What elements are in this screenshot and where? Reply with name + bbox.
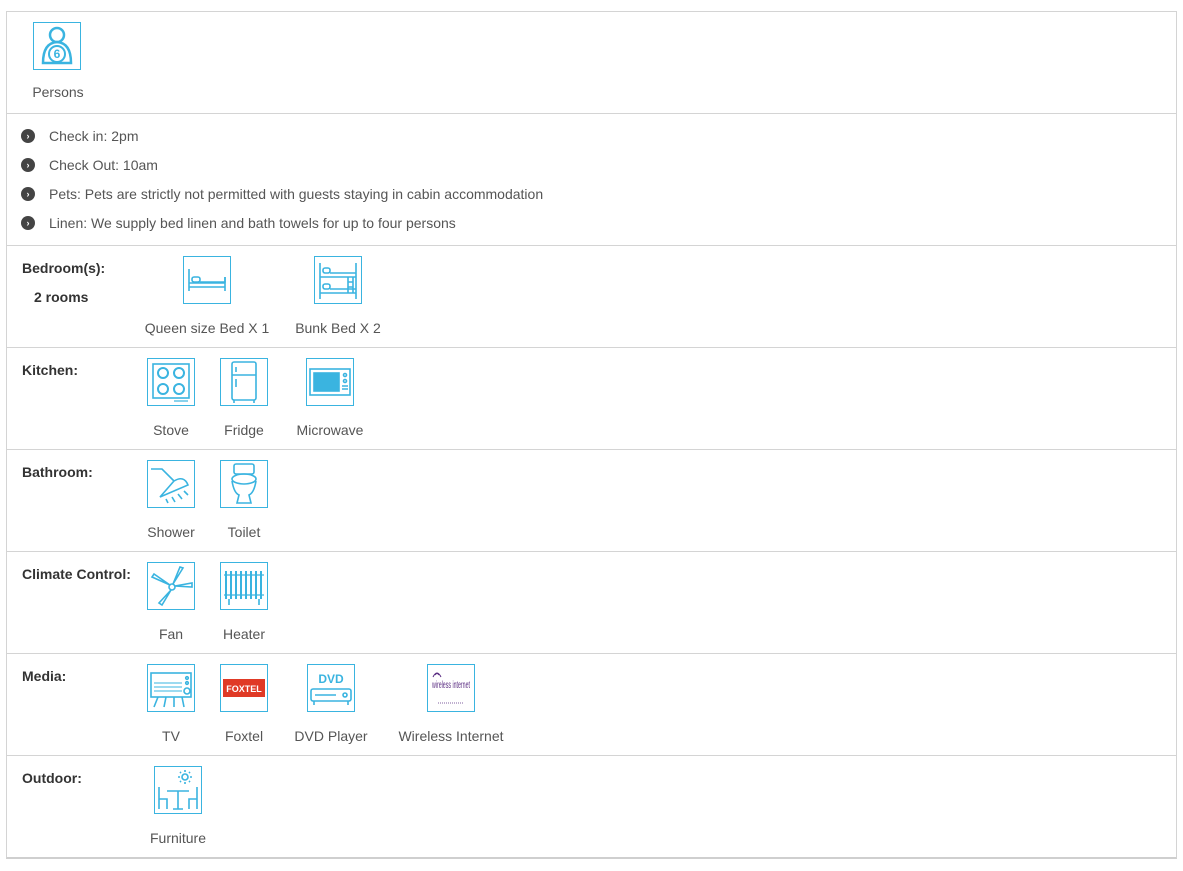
rule-item: › Check Out: 10am: [21, 157, 543, 186]
amenity-label: Stove: [153, 422, 189, 438]
climate-label: Climate Control:: [22, 566, 131, 582]
chevron-right-icon: ›: [21, 187, 35, 201]
amenity-label: Wireless Internet: [398, 728, 504, 744]
amenity-label: Toilet: [227, 524, 261, 540]
persons-label: Persons: [32, 84, 84, 100]
outdoor-furniture-icon: [154, 766, 202, 814]
amenity-label: Queen size Bed X 1: [144, 320, 270, 336]
wireless-logo-text: wireless internet: [431, 680, 470, 691]
foxtel-icon: FOXTEL: [220, 664, 268, 712]
amenity-stove: Stove: [142, 358, 200, 438]
tv-icon: [147, 664, 195, 712]
amenity-queen-bed: Queen size Bed X 1: [142, 256, 272, 336]
amenity-label: Bunk Bed X 2: [295, 320, 381, 336]
outdoor-label: Outdoor:: [22, 770, 82, 786]
amenity-label: Microwave: [296, 422, 364, 438]
amenity-heater: Heater: [214, 562, 274, 642]
media-label: Media:: [22, 668, 67, 684]
stove-icon: [147, 358, 195, 406]
amenity-outdoor-furniture: Furniture: [142, 766, 214, 846]
amenity-label: Fan: [158, 626, 184, 642]
person-icon: 6: [33, 22, 81, 70]
heater-icon: [220, 562, 268, 610]
bedrooms-count: 2 rooms: [34, 289, 89, 305]
chevron-right-icon: ›: [21, 129, 35, 143]
rule-text: Linen: We supply bed linen and bath towe…: [49, 215, 456, 231]
amenity-bunk-bed: Bunk Bed X 2: [292, 256, 384, 336]
rule-item: › Check in: 2pm: [21, 128, 543, 157]
toilet-icon: [220, 460, 268, 508]
rule-text: Check in: 2pm: [49, 128, 139, 144]
rule-item: › Linen: We supply bed linen and bath tow…: [21, 215, 543, 244]
amenity-label: Heater: [222, 626, 266, 642]
amenity-label: DVD Player: [294, 728, 368, 744]
bathroom-label: Bathroom:: [22, 464, 93, 480]
rule-item: › Pets: Pets are strictly not permitted w…: [21, 186, 543, 215]
shower-icon: [147, 460, 195, 508]
amenity-wireless-internet: wireless internet Wireless Internet: [390, 664, 512, 744]
fridge-icon: [220, 358, 268, 406]
chevron-right-icon: ›: [21, 216, 35, 230]
climate-section: Climate Control: Fan Heater: [7, 552, 1176, 654]
bedrooms-label: Bedroom(s):: [22, 260, 106, 276]
amenity-label: Shower: [147, 524, 195, 540]
fan-icon: [147, 562, 195, 610]
amenity-fridge: Fridge: [214, 358, 274, 438]
rule-text: Pets: Pets are strictly not permitted wi…: [49, 186, 544, 202]
media-section: Media: TV FOXTEL Foxtel DVD DVD Player w…: [7, 654, 1176, 756]
amenity-label: Foxtel: [224, 728, 264, 744]
amenity-label: Furniture: [149, 830, 207, 846]
amenity-dvd-player: DVD DVD Player: [290, 664, 372, 744]
amenity-label: Fridge: [224, 422, 264, 438]
wireless-internet-icon: wireless internet: [427, 664, 475, 712]
bedrooms-section: Bedroom(s): 2 rooms Queen size Bed X 1 B…: [7, 246, 1176, 348]
kitchen-section: Kitchen: Stove Fridge Microwave: [7, 348, 1176, 450]
outdoor-section: Outdoor: Furniture: [7, 756, 1176, 857]
amenity-shower: Shower: [142, 460, 200, 540]
rules-section: › Check in: 2pm › Check Out: 10am › Pets: P…: [7, 114, 1176, 246]
amenity-toilet: Toilet: [216, 460, 272, 540]
bunk-bed-icon: [314, 256, 362, 304]
foxtel-logo-text: FOXTEL: [226, 684, 262, 694]
amenity-tv: TV: [142, 664, 200, 744]
microwave-icon: [306, 358, 354, 406]
dvd-logo-text: DVD: [318, 672, 344, 686]
chevron-right-icon: ›: [21, 158, 35, 172]
queen-bed-icon: [183, 256, 231, 304]
amenity-microwave: Microwave: [290, 358, 370, 438]
amenities-panel: 6 Persons › Check in: 2pm › Check Out: 10a…: [6, 11, 1177, 859]
dvd-player-icon: DVD: [307, 664, 355, 712]
persons-section: 6 Persons: [7, 12, 1176, 114]
amenity-label: TV: [162, 728, 180, 744]
amenity-fan: Fan: [142, 562, 200, 642]
bathroom-section: Bathroom: Shower Toilet: [7, 450, 1176, 552]
persons-count: 6: [54, 47, 61, 61]
kitchen-label: Kitchen:: [22, 362, 78, 378]
amenity-foxtel: FOXTEL Foxtel: [216, 664, 272, 744]
rule-text: Check Out: 10am: [49, 157, 158, 173]
